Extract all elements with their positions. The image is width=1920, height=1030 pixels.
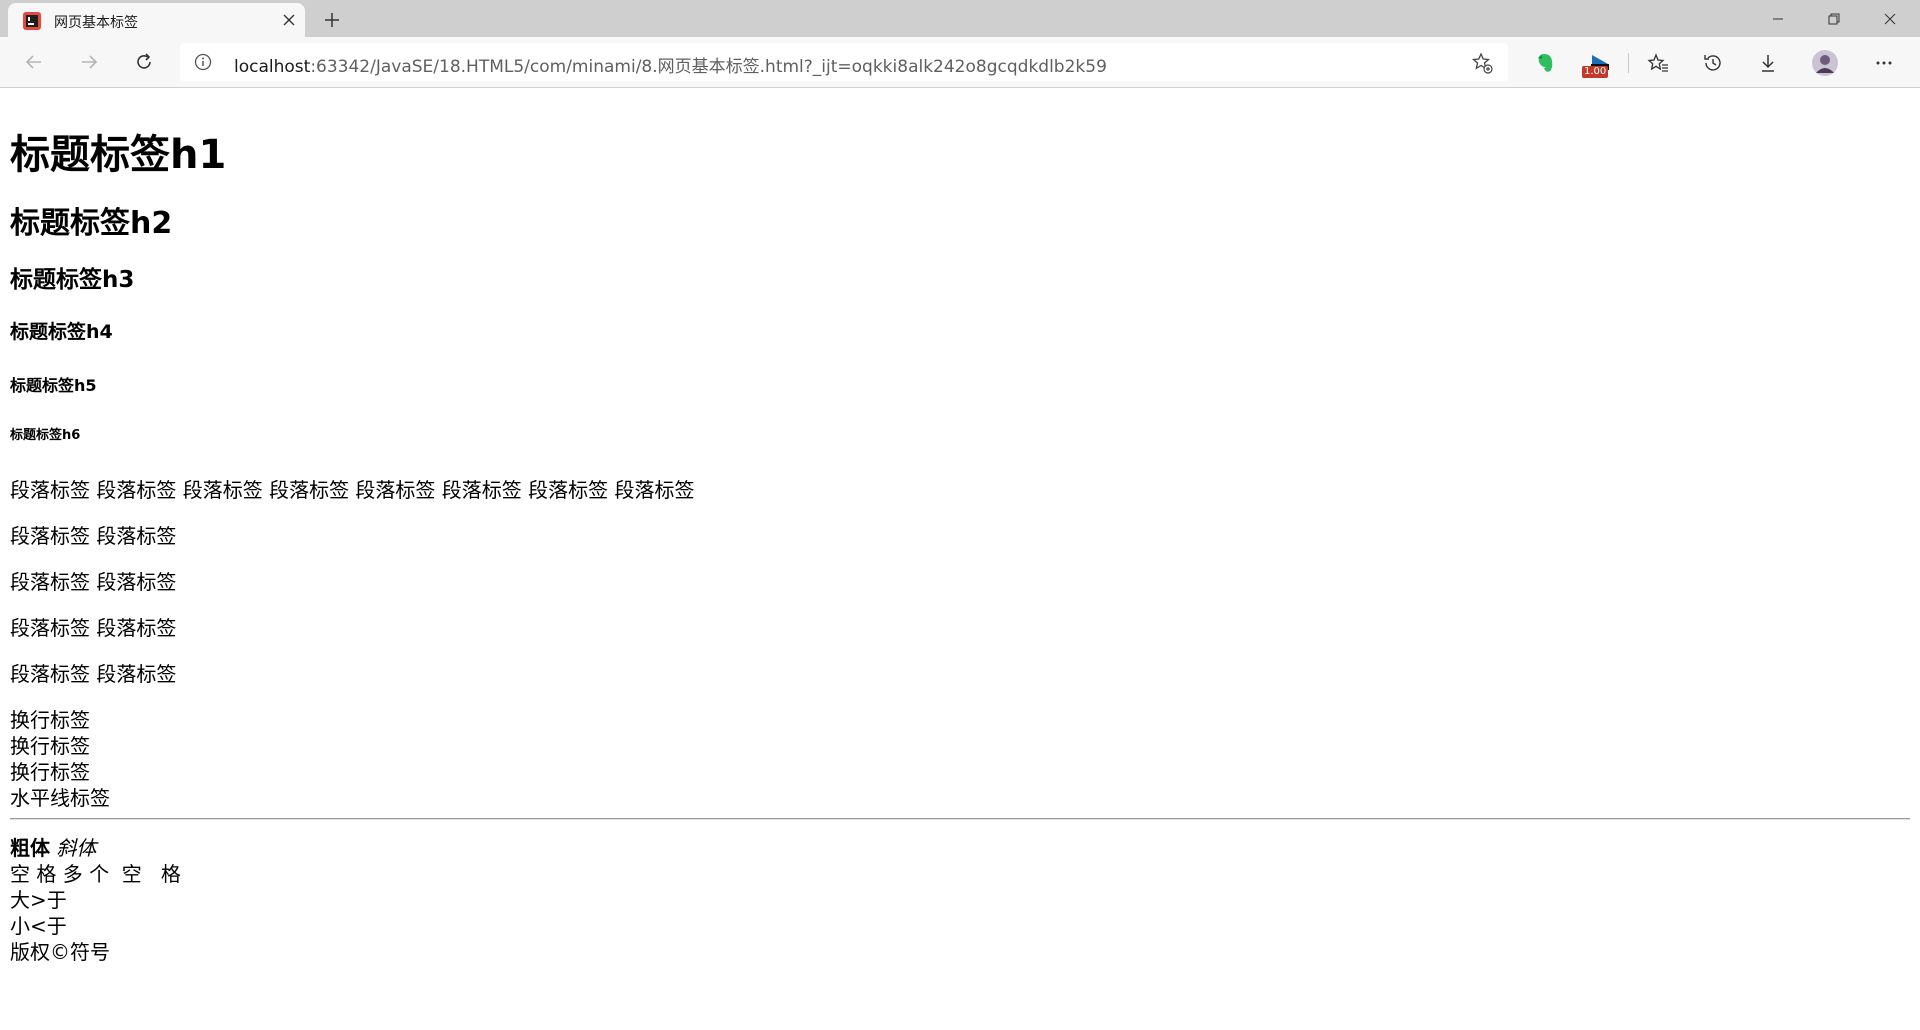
back-icon[interactable]: [17, 45, 51, 79]
favorites-icon[interactable]: [1641, 46, 1675, 80]
heading-h4: 标题标签h4: [10, 321, 113, 343]
less-than-line: 小<于: [10, 914, 67, 938]
bold-italic-line: 粗体 斜体: [10, 832, 96, 861]
intellij-favicon-icon: [23, 12, 41, 30]
tab-title: 网页基本标签: [54, 15, 138, 31]
page-content: 标题标签h1 标题标签h2 标题标签h3 标题标签h4 标题标签h5 标题标签h…: [10, 89, 1910, 1019]
evernote-icon[interactable]: [1528, 46, 1562, 80]
address-bar[interactable]: localhost:63342/JavaSE/18.HTML5/com/mina…: [180, 43, 1508, 81]
bold-text: 粗体: [10, 836, 50, 860]
tab-strip: 网页基本标签: [0, 0, 1920, 37]
more-icon[interactable]: [1867, 46, 1901, 80]
paragraph: 段落标签 段落标签 段落标签 段落标签 段落标签 段落标签 段落标签 段落标签: [10, 478, 695, 502]
line-break-text: 换行标签: [10, 734, 90, 758]
extension-badge: 1.00: [1582, 66, 1609, 78]
copyright-line: 版权©符号: [10, 940, 110, 964]
heading-h1: 标题标签h1: [10, 132, 227, 178]
tab-active[interactable]: 网页基本标签: [8, 3, 305, 37]
close-window-icon[interactable]: [1862, 0, 1918, 37]
close-tab-icon[interactable]: [280, 11, 298, 29]
url-path: :63342/JavaSE/18.HTML5/com/minami/8.网页基本…: [310, 57, 1107, 77]
url-host: localhost: [234, 57, 311, 77]
horizontal-rule: [10, 818, 1910, 820]
line-break-text: 换行标签: [10, 708, 90, 732]
browser-toolbar: localhost:63342/JavaSE/18.HTML5/com/mina…: [0, 37, 1920, 88]
forward-icon[interactable]: [72, 45, 106, 79]
add-favorite-icon[interactable]: [1470, 51, 1494, 75]
line-break-text: 水平线标签: [10, 786, 110, 810]
paragraph: 段落标签 段落标签: [10, 662, 177, 686]
new-tab-icon[interactable]: [318, 6, 346, 34]
restore-icon[interactable]: [1806, 0, 1862, 37]
paragraph: 段落标签 段落标签: [10, 570, 177, 594]
heading-h5: 标题标签h5: [10, 376, 97, 395]
paragraph: 段落标签 段落标签: [10, 616, 177, 640]
profile-avatar[interactable]: [1808, 46, 1842, 80]
paragraph: 段落标签 段落标签: [10, 524, 177, 548]
heading-h6: 标题标签h6: [10, 428, 81, 443]
history-icon[interactable]: [1696, 46, 1730, 80]
heading-h3: 标题标签h3: [10, 267, 135, 293]
italic-text: 斜体: [56, 836, 97, 860]
refresh-icon[interactable]: [127, 45, 161, 79]
line-break-text: 换行标签: [10, 760, 90, 784]
download-icon[interactable]: [1751, 46, 1785, 80]
toolbar-separator: [1628, 53, 1629, 73]
greater-than-line: 大>于: [10, 888, 67, 912]
url-text[interactable]: localhost:63342/JavaSE/18.HTML5/com/mina…: [234, 52, 1107, 77]
info-icon[interactable]: [194, 53, 212, 71]
spaces-line: 空 格 多 个 空 格: [10, 862, 181, 886]
heading-h2: 标题标签h2: [10, 206, 173, 241]
minimize-icon[interactable]: [1750, 0, 1806, 37]
